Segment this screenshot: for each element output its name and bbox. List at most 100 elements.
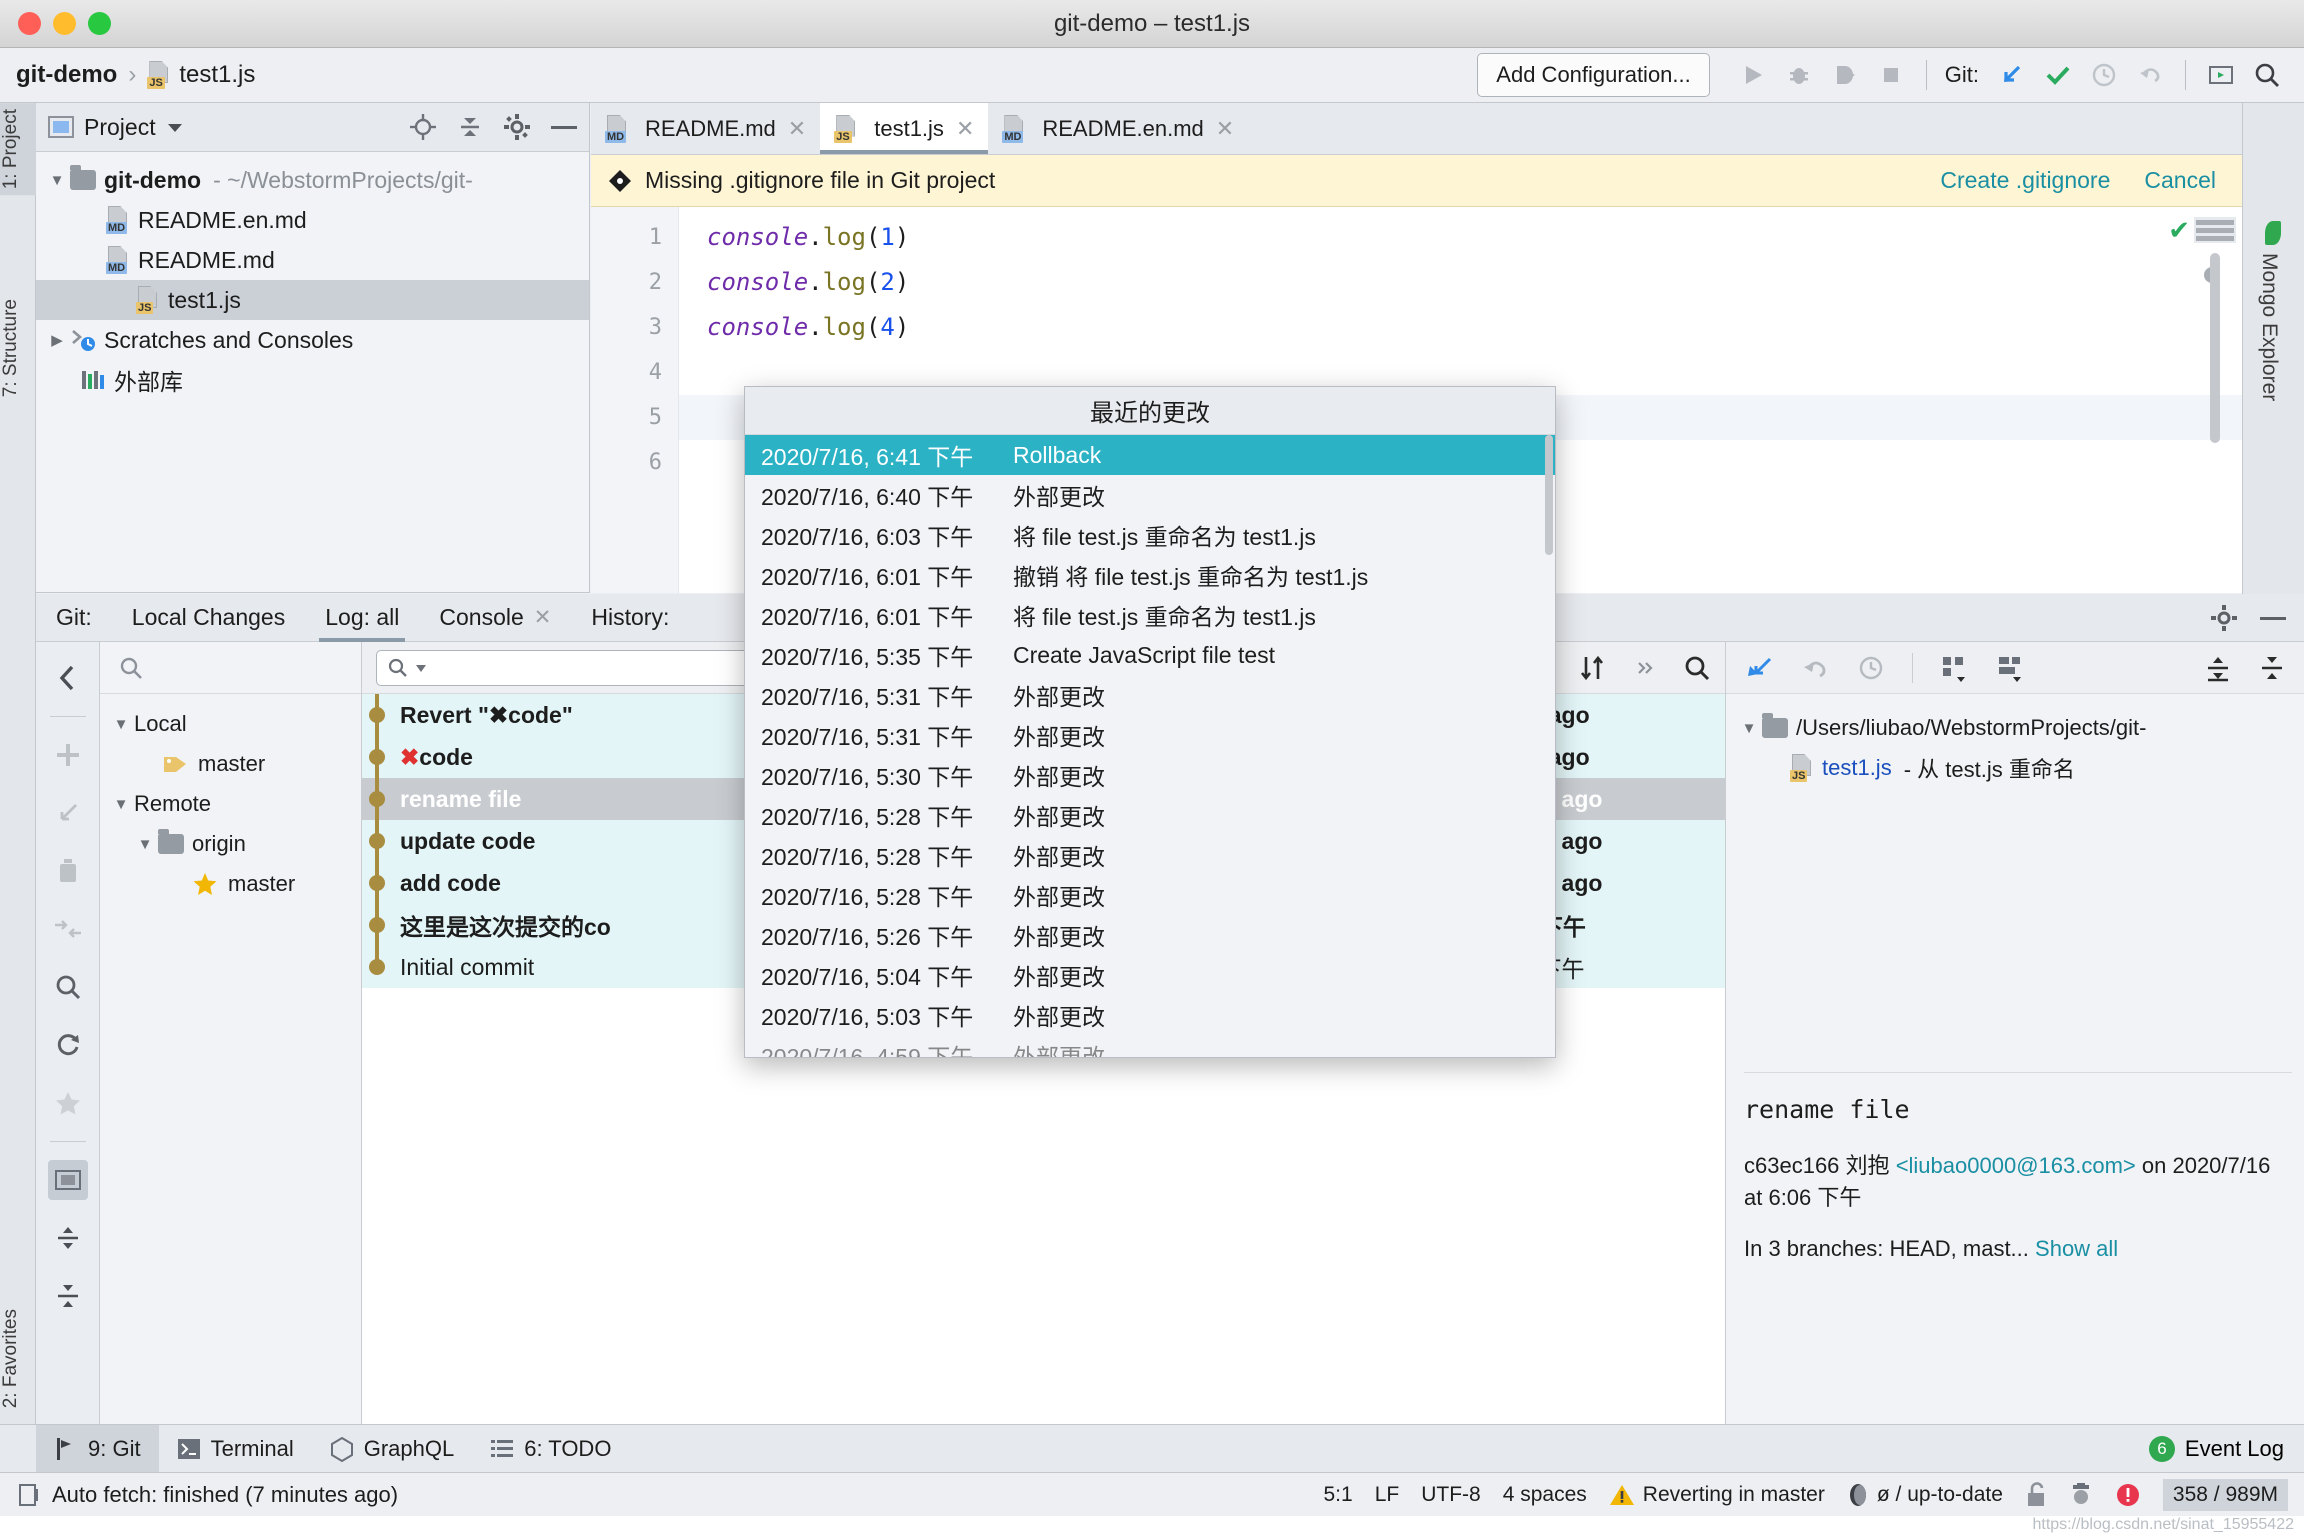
search-icon[interactable] [1683, 654, 1711, 682]
caret-position[interactable]: 5:1 [1324, 1483, 1353, 1507]
branch-remote-origin[interactable]: ▼ origin [100, 824, 361, 864]
collapse-all-icon[interactable] [2258, 654, 2286, 682]
sidebar-item-structure[interactable]: 7: Structure [0, 293, 36, 403]
branch-group-local[interactable]: ▼ Local [100, 704, 361, 744]
debug-icon[interactable] [1776, 52, 1822, 98]
inspection-ok-icon[interactable]: ✔ [2168, 215, 2190, 246]
locate-icon[interactable] [409, 113, 437, 141]
hide-panel-icon[interactable] [551, 124, 577, 130]
add-icon[interactable] [48, 735, 88, 775]
close-icon[interactable]: ✕ [788, 116, 806, 142]
close-icon[interactable]: ✕ [956, 116, 974, 142]
close-icon[interactable]: ✕ [534, 605, 552, 630]
bottom-item-terminal[interactable]: Terminal [159, 1425, 312, 1473]
search-everywhere-icon[interactable] [2244, 52, 2290, 98]
tab-local-changes[interactable]: Local Changes [112, 594, 305, 642]
branch-origin-master[interactable]: master [100, 864, 361, 904]
group-by-directory-icon[interactable] [1939, 653, 1969, 683]
tree-node-scratches[interactable]: ▶ Scratches and Consoles [36, 320, 589, 360]
recent-changes-popup[interactable]: 最近的更改 2020/7/16, 6:41 下午 Rollback 2020/7… [744, 386, 1556, 1058]
create-gitignore-link[interactable]: Create .gitignore [1940, 167, 2110, 194]
tab-console[interactable]: Console✕ [419, 594, 571, 642]
tab-readme-md[interactable]: MD README.md ✕ [591, 103, 820, 154]
sync-status-widget[interactable]: ø / up-to-date [1847, 1482, 2003, 1508]
list-item[interactable]: 2020/7/16, 6:03 下午 将 file test.js 重命名为 t… [745, 515, 1555, 555]
error-icon[interactable] [2115, 1482, 2141, 1508]
bottom-item-todo[interactable]: 6: TODO [472, 1425, 629, 1473]
collapse-all-icon[interactable] [457, 114, 483, 140]
twisty-expanded-icon[interactable]: ▼ [108, 796, 134, 813]
favorite-star-icon[interactable] [48, 1083, 88, 1123]
changed-files-root[interactable]: ▼ /Users/liubao/WebstormProjects/git- [1726, 708, 2304, 748]
terminal-icon[interactable] [2198, 52, 2244, 98]
search-icon[interactable] [48, 967, 88, 1007]
tab-test1-js[interactable]: JS test1.js ✕ [820, 103, 988, 154]
lock-icon[interactable] [2025, 1482, 2047, 1508]
close-icon[interactable]: ✕ [1216, 116, 1234, 142]
tree-node-readme[interactable]: MD README.md [36, 240, 589, 280]
popup-scrollbar[interactable] [1545, 435, 1553, 555]
event-log-button[interactable]: 6 Event Log [2149, 1436, 2304, 1462]
vcs-branch-widget[interactable]: Reverting in master [1609, 1483, 1825, 1507]
popup-list[interactable]: 2020/7/16, 6:41 下午 Rollback 2020/7/16, 6… [745, 435, 1555, 1058]
list-item[interactable]: 2020/7/16, 5:30 下午 外部更改 [745, 755, 1555, 795]
hide-panel-icon[interactable] [2260, 615, 2286, 621]
list-item[interactable]: 2020/7/16, 5:28 下午 外部更改 [745, 835, 1555, 875]
twisty-expanded-icon[interactable]: ▼ [108, 716, 134, 733]
sidebar-item-favorites[interactable]: 2: Favorites [0, 1303, 36, 1414]
checkout-icon[interactable] [48, 793, 88, 833]
changed-file-row[interactable]: JS test1.js - 从 test.js 重命名 [1726, 748, 2304, 788]
tab-log-all[interactable]: Log: all [305, 594, 419, 642]
show-all-branches-link[interactable]: Show all [2035, 1236, 2118, 1261]
list-item[interactable]: 2020/7/16, 5:35 下午 Create JavaScript fil… [745, 635, 1555, 675]
history-icon[interactable] [2081, 52, 2127, 98]
list-item[interactable]: 2020/7/16, 6:01 下午 撤销 将 file test.js 重命名… [745, 555, 1555, 595]
delete-icon[interactable] [48, 851, 88, 891]
twisty-expanded-icon[interactable]: ▼ [132, 836, 158, 853]
refresh-icon[interactable] [48, 1025, 88, 1065]
list-item[interactable]: 2020/7/16, 5:31 下午 外部更改 [745, 675, 1555, 715]
file-encoding[interactable]: UTF-8 [1421, 1483, 1481, 1507]
tree-node-git-demo[interactable]: ▼ git-demo - ~/WebstormProjects/git- [36, 160, 589, 200]
inspection-widget-icon[interactable] [2194, 217, 2236, 243]
collapse-branches-icon[interactable] [48, 658, 88, 698]
line-separator[interactable]: LF [1375, 1483, 1400, 1507]
history-icon[interactable] [1856, 654, 1886, 682]
editor-scrollbar[interactable] [2210, 253, 2220, 443]
update-project-icon[interactable] [1989, 52, 2035, 98]
list-item[interactable]: 2020/7/16, 4:59 下午 外部更改 [745, 1035, 1555, 1058]
show-root-icon[interactable] [48, 1160, 88, 1200]
changed-file-name[interactable]: test1.js [1822, 755, 1892, 781]
tree-node-external-libraries[interactable]: 外部库 [36, 360, 589, 400]
list-item[interactable]: 2020/7/16, 5:28 下午 外部更改 [745, 875, 1555, 915]
list-item[interactable]: 2020/7/16, 5:03 下午 外部更改 [745, 995, 1555, 1035]
bottom-item-graphql[interactable]: GraphQL [312, 1425, 473, 1473]
list-item[interactable]: 2020/7/16, 5:26 下午 外部更改 [745, 915, 1555, 955]
group-by-module-icon[interactable] [1995, 653, 2025, 683]
compare-icon[interactable] [48, 909, 88, 949]
list-item[interactable]: 2020/7/16, 5:28 下午 外部更改 [745, 795, 1555, 835]
sidebar-item-mongo-explorer[interactable]: Mongo Explorer [2257, 253, 2281, 401]
memory-indicator[interactable]: 358 / 989M [2163, 1479, 2288, 1511]
collapse-all-icon[interactable] [48, 1276, 88, 1316]
list-item[interactable]: 2020/7/16, 6:40 下午 外部更改 [745, 475, 1555, 515]
expand-all-icon[interactable] [48, 1218, 88, 1258]
add-configuration-button[interactable]: Add Configuration... [1477, 53, 1709, 97]
revert-icon[interactable] [1800, 654, 1830, 682]
more-icon[interactable] [1633, 656, 1657, 680]
branch-local-master[interactable]: master [100, 744, 361, 784]
sidebar-item-project[interactable]: 1: Project [0, 103, 36, 195]
breadcrumb-project[interactable]: git-demo [16, 61, 117, 89]
chevron-down-icon[interactable] [166, 120, 184, 134]
branch-search-field[interactable] [100, 642, 361, 694]
indent-setting[interactable]: 4 spaces [1503, 1483, 1587, 1507]
list-item[interactable]: 2020/7/16, 6:41 下午 Rollback [745, 435, 1555, 475]
cancel-notification-link[interactable]: Cancel [2144, 167, 2216, 194]
rollback-icon[interactable] [2127, 52, 2173, 98]
bottom-item-git[interactable]: 9: Git [36, 1425, 159, 1473]
sort-icon[interactable] [1579, 654, 1607, 682]
branch-group-remote[interactable]: ▼ Remote [100, 784, 361, 824]
commit-email[interactable]: <liubao0000@163.com> [1896, 1153, 2136, 1178]
cherry-pick-icon[interactable] [1744, 654, 1774, 682]
gear-icon[interactable] [2210, 604, 2238, 632]
